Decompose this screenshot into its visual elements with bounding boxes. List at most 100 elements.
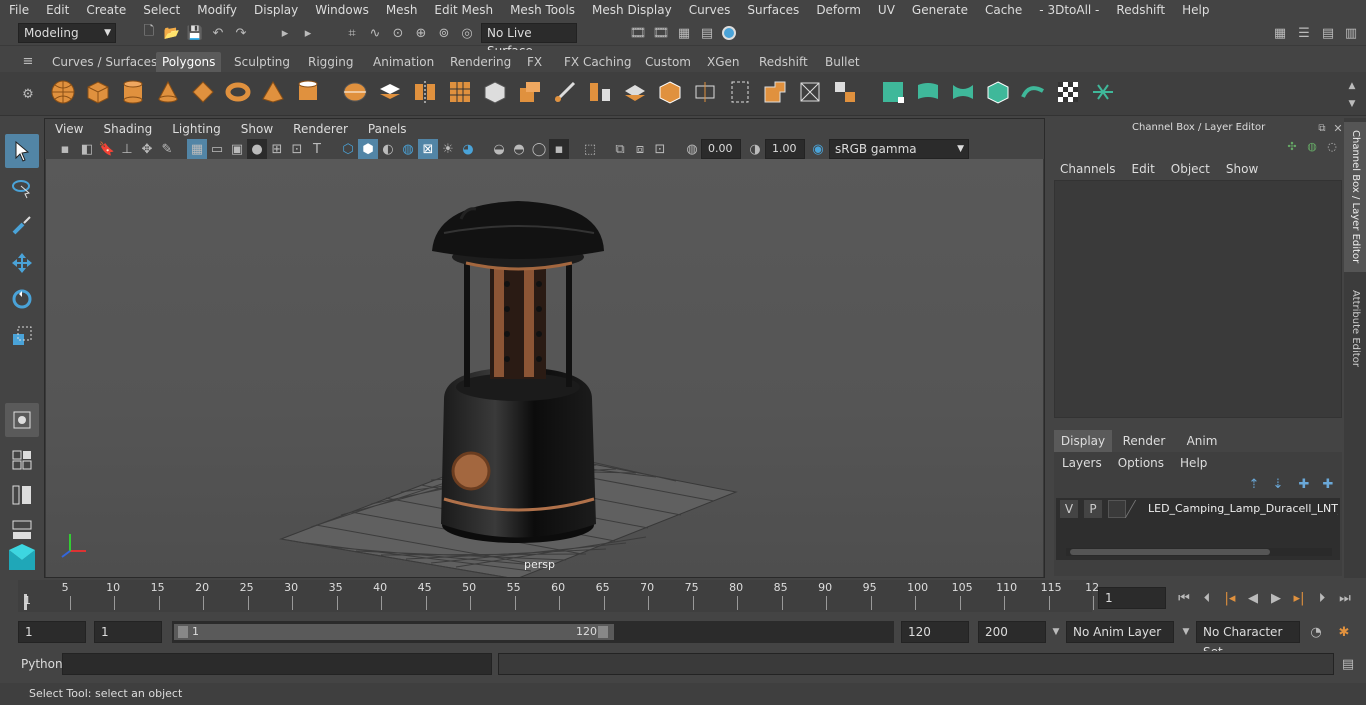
play-backward-icon[interactable]: ◀ [1243, 588, 1263, 608]
bevel-icon[interactable] [620, 77, 650, 107]
xray-joints-icon[interactable]: ⧈ [630, 139, 650, 159]
isolate-select-icon[interactable]: ⬚ [580, 139, 600, 159]
scale-tool[interactable] [5, 319, 39, 353]
perspective-viewport[interactable]: persp [46, 159, 1043, 577]
menu-select[interactable]: Select [134, 3, 188, 17]
panel-menu-panels[interactable]: Panels [358, 122, 417, 136]
layer-tab-render[interactable]: Render [1114, 430, 1174, 452]
chevron-down-icon[interactable]: ▼ [1176, 622, 1196, 642]
mode-dropdown[interactable]: Modeling ▼ [18, 23, 116, 43]
soft-select-icon[interactable] [5, 403, 39, 437]
layer-display-type[interactable] [1108, 500, 1126, 518]
shelf-tab-redshift[interactable]: Redshift [753, 52, 814, 72]
shelf-tab-rigging[interactable]: Rigging [302, 52, 359, 72]
sew-uv-icon[interactable] [1088, 77, 1118, 107]
anim-end-field[interactable]: 200 [978, 621, 1046, 643]
layer-row[interactable]: V P LED_Camping_Lamp_Duracell_LNT_10 [1058, 500, 1338, 518]
planar-map-icon[interactable] [913, 77, 943, 107]
default-lighting-icon[interactable]: ◐ [378, 139, 398, 159]
shelf-tab-curves-surfaces[interactable]: Curves / Surfaces [46, 52, 163, 72]
2d-pan-zoom-icon[interactable]: ✥ [137, 139, 157, 159]
snap-surface-icon[interactable]: ⊚ [434, 23, 454, 43]
shelf-menu-icon[interactable]: ≡ [18, 51, 38, 71]
step-back-key-icon[interactable]: |◂ [1220, 588, 1240, 608]
multi-cut-icon[interactable] [550, 77, 580, 107]
poly-pipe-icon[interactable] [293, 77, 323, 107]
auto-key-icon[interactable]: ◔ [1306, 622, 1326, 642]
layer-visibility-toggle[interactable]: V [1060, 500, 1078, 518]
checker-icon[interactable] [1053, 77, 1083, 107]
layer-scrollbar-thumb[interactable] [1070, 549, 1270, 555]
save-scene-icon[interactable]: 💾 [185, 23, 205, 43]
uv-editor-icon[interactable] [878, 77, 908, 107]
make-live-icon[interactable]: ◎ [457, 23, 477, 43]
select-by-hierarchy-icon[interactable]: ▸ [275, 23, 295, 43]
current-frame-field[interactable]: 1 [1098, 587, 1166, 609]
menu-mesh-display[interactable]: Mesh Display [583, 3, 680, 17]
panel-menu-renderer[interactable]: Renderer [283, 122, 358, 136]
poly-torus-icon[interactable] [223, 77, 253, 107]
speed-icon[interactable]: ◍ [1302, 136, 1322, 156]
shelf-tab-fx[interactable]: FX [521, 52, 548, 72]
preferences-icon[interactable]: ✱ [1334, 622, 1354, 642]
unfold-icon[interactable] [1018, 77, 1048, 107]
menu-3dtoall[interactable]: - 3DtoAll - [1030, 3, 1107, 17]
shadows-icon[interactable]: ◕ [458, 139, 478, 159]
safe-title-icon[interactable]: T [307, 139, 327, 159]
poly-plane-icon[interactable] [188, 77, 218, 107]
toggle-panels-icon[interactable]: ☰ [1294, 23, 1314, 43]
smooth-icon[interactable] [445, 77, 475, 107]
menu-curves[interactable]: Curves [680, 3, 739, 17]
menu-mesh[interactable]: Mesh [377, 3, 426, 17]
poly-cone-icon[interactable] [153, 77, 183, 107]
shelf-scroll-down-icon[interactable]: ▼ [1342, 94, 1362, 114]
use-all-lights-icon[interactable]: ☀ [438, 139, 458, 159]
range-slider-handle[interactable]: 1 120 [174, 624, 614, 640]
color-management-icon[interactable]: ◉ [808, 139, 828, 159]
workspace-icon[interactable]: ▦ [1270, 23, 1290, 43]
menu-surfaces[interactable]: Surfaces [738, 3, 807, 17]
menu-mesh-tools[interactable]: Mesh Tools [501, 3, 583, 17]
textured-icon[interactable]: ◍ [398, 139, 418, 159]
colorspace-dropdown[interactable]: sRGB gamma ▼ [829, 139, 969, 159]
gate-mask-icon[interactable]: ● [247, 139, 267, 159]
channel-box-side-tab[interactable]: Channel Box / Layer Editor [1344, 122, 1366, 272]
redo-icon[interactable]: ↷ [231, 23, 251, 43]
manipulator-icon[interactable]: ✣ [1282, 136, 1302, 156]
collapse-icon[interactable] [830, 77, 860, 107]
snap-curve-icon[interactable]: ∿ [365, 23, 385, 43]
poly-cylinder-icon[interactable] [118, 77, 148, 107]
move-layer-up-icon[interactable]: ⇡ [1244, 474, 1264, 494]
channel-menu-object[interactable]: Object [1171, 162, 1210, 176]
undo-icon[interactable]: ↶ [208, 23, 228, 43]
outliner-layout-icon[interactable] [5, 478, 39, 512]
image-plane-icon[interactable]: ⊥ [117, 139, 137, 159]
menu-windows[interactable]: Windows [306, 3, 377, 17]
select-by-object-icon[interactable]: ▸ [298, 23, 318, 43]
mirror-icon[interactable] [410, 77, 440, 107]
channel-menu-channels[interactable]: Channels [1060, 162, 1116, 176]
exposure-icon[interactable]: ◍ [682, 139, 702, 159]
ipr-render-icon[interactable]: ▦ [674, 23, 694, 43]
range-slider-left-grip[interactable] [178, 626, 188, 638]
live-surface-field[interactable]: No Live Surface [481, 23, 577, 58]
menu-uv[interactable]: UV [869, 3, 903, 17]
separate-icon[interactable] [375, 77, 405, 107]
extrude-icon[interactable] [515, 77, 545, 107]
cylindrical-map-icon[interactable] [948, 77, 978, 107]
script-editor-icon[interactable]: ▤ [1338, 654, 1358, 674]
layer-menu-help[interactable]: Help [1180, 456, 1207, 470]
menu-deform[interactable]: Deform [807, 3, 869, 17]
go-to-start-icon[interactable]: ⏮ [1174, 588, 1194, 608]
lasso-tool[interactable] [5, 172, 39, 206]
menu-edit[interactable]: Edit [37, 3, 77, 17]
screen-space-ao-icon[interactable]: ◒ [489, 139, 509, 159]
smooth-shade-icon[interactable]: ⬢ [358, 139, 378, 159]
playback-end-field[interactable]: 120 [901, 621, 969, 643]
render-view-icon[interactable]: 🎞 [651, 23, 671, 43]
menu-cache[interactable]: Cache [976, 3, 1030, 17]
shelf-tab-fx-caching[interactable]: FX Caching [558, 52, 637, 72]
xray-components-icon[interactable]: ⊡ [650, 139, 670, 159]
shelf-tab-animation[interactable]: Animation [367, 52, 440, 72]
remesh-icon[interactable] [480, 77, 510, 107]
